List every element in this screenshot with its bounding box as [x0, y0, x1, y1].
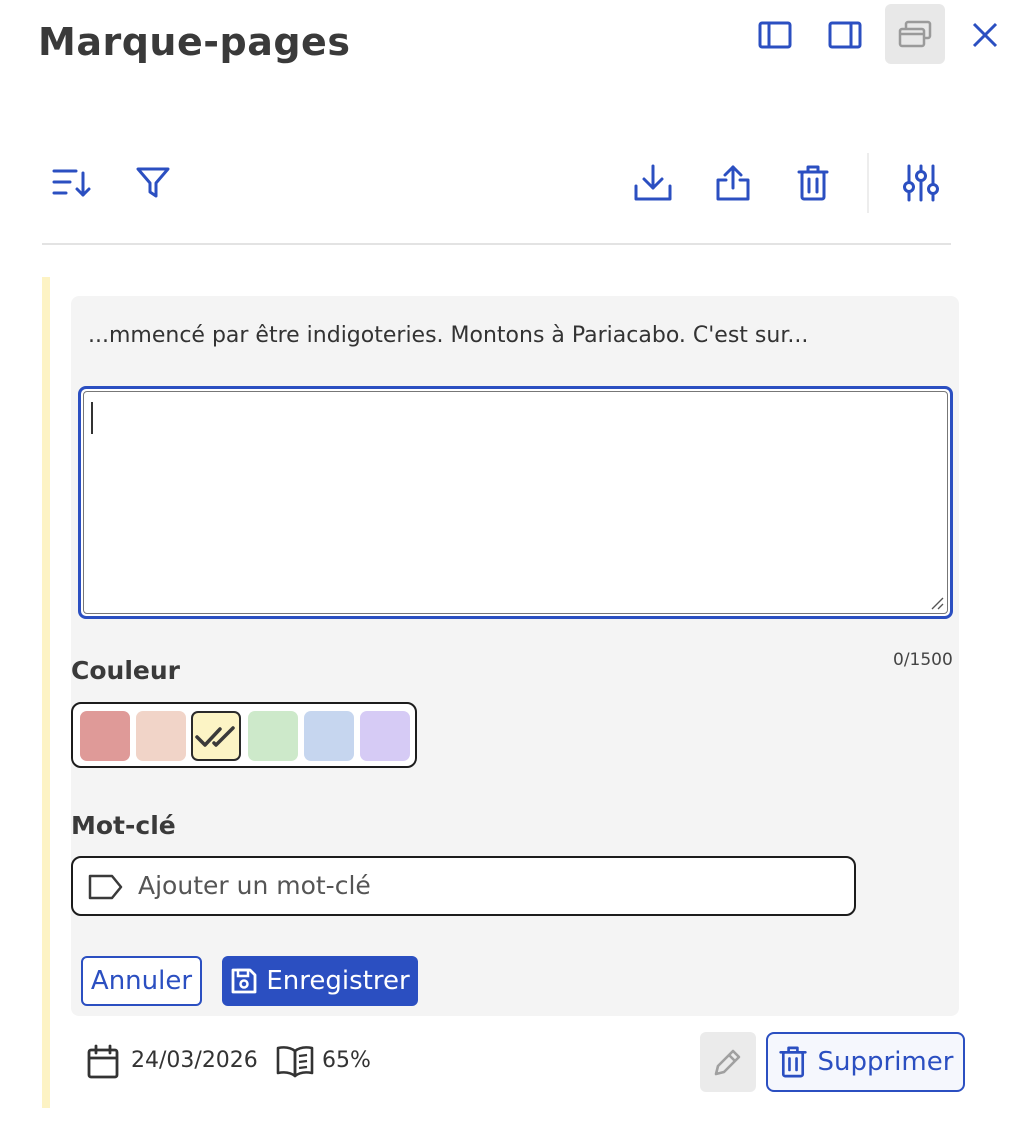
delete-button[interactable]: Supprimer — [766, 1032, 965, 1092]
keyword-input[interactable]: Ajouter un mot-clé — [71, 856, 856, 916]
settings-sliders-icon — [903, 164, 939, 202]
save-button[interactable]: Enregistrer — [222, 956, 418, 1006]
popout-window-button[interactable] — [885, 4, 945, 64]
delete-all-button[interactable] — [783, 153, 843, 213]
filter-icon — [136, 167, 170, 198]
highlight-color-bar — [42, 277, 50, 1108]
book-open-icon — [276, 1046, 314, 1078]
note-textarea[interactable] — [78, 386, 953, 619]
cancel-button[interactable]: Annuler — [81, 956, 202, 1006]
share-button[interactable] — [703, 153, 763, 213]
color-swatch-purple[interactable] — [360, 711, 410, 761]
color-swatch-yellow[interactable] — [191, 711, 241, 761]
character-counter: 0/1500 — [893, 650, 953, 670]
double-check-icon — [195, 726, 235, 747]
color-swatch-peach[interactable] — [136, 711, 186, 761]
sort-button[interactable] — [42, 153, 102, 213]
bookmark-date: 24/03/2026 — [131, 1048, 258, 1073]
edit-button[interactable] — [700, 1032, 756, 1092]
trash-icon — [778, 1046, 807, 1078]
color-swatch-green[interactable] — [248, 711, 298, 761]
calendar-icon — [87, 1044, 119, 1079]
color-swatch-blue[interactable] — [304, 711, 354, 761]
resize-handle-icon[interactable] — [930, 596, 944, 610]
toolbar-divider — [867, 153, 869, 213]
download-button[interactable] — [623, 153, 683, 213]
filter-button[interactable] — [123, 153, 183, 213]
color-swatch-red[interactable] — [80, 711, 130, 761]
dock-left-icon — [758, 21, 792, 49]
popout-window-icon — [898, 20, 932, 48]
toolbar-separator — [42, 243, 951, 245]
sort-icon — [52, 169, 91, 197]
tag-icon — [88, 874, 123, 900]
bookmark-excerpt: ...mmencé par être indigoteries. Montons… — [88, 323, 809, 348]
keyword-placeholder: Ajouter un mot-clé — [138, 871, 371, 900]
reading-progress: 65% — [322, 1048, 371, 1073]
trash-icon — [797, 165, 829, 201]
page-title: Marque-pages — [38, 20, 351, 64]
save-icon — [231, 968, 257, 994]
color-picker — [71, 702, 417, 768]
close-icon — [972, 22, 998, 48]
share-icon — [716, 165, 750, 201]
keyword-label: Mot-clé — [71, 811, 176, 840]
pencil-icon — [714, 1049, 741, 1076]
dock-left-button[interactable] — [745, 5, 805, 65]
delete-label: Supprimer — [817, 1047, 954, 1077]
settings-button[interactable] — [891, 153, 951, 213]
close-button[interactable] — [955, 5, 1015, 65]
text-caret — [91, 402, 93, 434]
save-label: Enregistrer — [266, 966, 410, 996]
color-label: Couleur — [71, 656, 180, 685]
note-textarea-field[interactable] — [83, 391, 948, 614]
cancel-label: Annuler — [90, 966, 193, 996]
dock-right-button[interactable] — [815, 5, 875, 65]
dock-right-icon — [828, 21, 862, 49]
download-icon — [634, 164, 672, 201]
